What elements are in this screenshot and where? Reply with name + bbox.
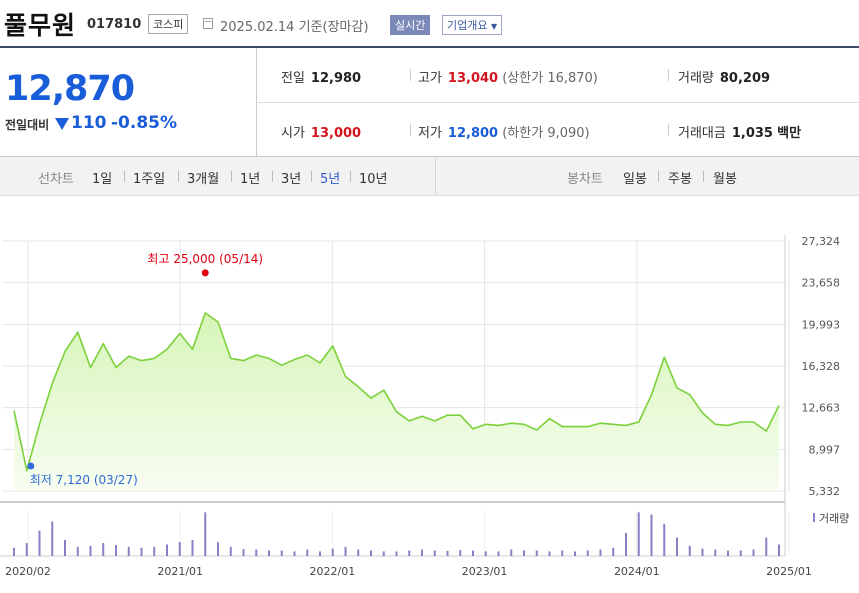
volume-bar <box>701 548 704 556</box>
volume-bar <box>408 550 411 556</box>
y-tick-label: 27,324 <box>802 235 841 248</box>
y-tick-label: 23,658 <box>802 277 841 290</box>
volume-bar <box>739 550 742 556</box>
min-label: 최저 7,120 (03/27) <box>30 473 138 487</box>
volume-bar <box>293 551 296 556</box>
volume-bar <box>64 539 66 556</box>
volume-bar <box>676 537 678 556</box>
max-label: 최고 25,000 (05/14) <box>147 252 263 266</box>
volume-bar <box>153 546 156 556</box>
volume-bar <box>306 549 309 556</box>
y-tick-label: 12,663 <box>802 402 841 415</box>
volume-bar <box>331 548 334 556</box>
volume-bar <box>535 550 538 556</box>
volume-bar <box>255 549 258 556</box>
x-tick-label: 2022/01 <box>310 565 356 578</box>
volume-bar <box>204 512 207 556</box>
volume-bar <box>191 539 194 556</box>
volume-bar <box>382 551 385 556</box>
volume-bar <box>25 543 28 556</box>
volume-bar <box>242 549 245 556</box>
volume-bar <box>319 551 321 556</box>
volume-bar <box>727 550 729 556</box>
volume-bar <box>268 550 270 556</box>
volume-bar <box>472 550 474 556</box>
volume-bar <box>357 549 360 556</box>
x-tick-label: 2023/01 <box>462 565 508 578</box>
volume-bar <box>688 545 691 556</box>
y-tick-label: 5,332 <box>809 485 841 498</box>
y-tick-label: 19,993 <box>802 318 841 331</box>
volume-bar <box>89 545 92 556</box>
volume-bar <box>612 547 615 556</box>
volume-bar <box>599 549 602 556</box>
volume-bar <box>433 550 436 556</box>
volume-bar <box>51 521 54 556</box>
volume-legend-swatch <box>813 513 815 522</box>
volume-bar <box>752 549 755 556</box>
volume-bar <box>395 551 398 556</box>
volume-bar <box>38 530 41 556</box>
volume-bar <box>523 550 525 556</box>
volume-bar <box>586 550 589 556</box>
volume-bar <box>115 544 117 556</box>
volume-bar <box>625 533 627 556</box>
max-marker <box>201 269 209 277</box>
volume-bar <box>497 551 500 556</box>
volume-bar <box>140 547 143 556</box>
volume-bar <box>714 549 717 556</box>
volume-bar <box>127 546 130 556</box>
volume-bar <box>484 551 487 556</box>
y-tick-label: 8,997 <box>809 443 841 456</box>
volume-bar <box>13 547 15 556</box>
x-tick-label: 2021/01 <box>157 565 203 578</box>
x-tick-label: 2020/02 <box>5 565 51 578</box>
price-chart: 27,324 23,658 19,993 16,328 12,663 8,997 5,332… <box>0 235 849 578</box>
volume-bar <box>166 544 168 556</box>
min-marker <box>27 462 35 470</box>
volume-bar <box>548 551 551 556</box>
volume-bar <box>561 550 564 556</box>
volume-bar <box>510 549 513 556</box>
volume-bar <box>637 512 640 556</box>
volume-bar <box>650 514 653 556</box>
volume-bar <box>280 550 283 556</box>
volume-bar <box>459 550 462 556</box>
volume-bar <box>663 523 666 556</box>
volume-bar <box>76 546 79 556</box>
volume-bar <box>574 551 576 556</box>
volume-bar <box>446 550 449 556</box>
price-area <box>14 312 779 491</box>
volume-bar <box>421 549 423 556</box>
y-tick-label: 16,328 <box>802 360 841 373</box>
volume-bar <box>229 546 232 556</box>
volume-legend-label: 거래량 <box>819 512 849 525</box>
volume-bar <box>102 543 105 556</box>
x-tick-label: 2025/01 <box>766 565 812 578</box>
x-tick-label: 2024/01 <box>614 565 660 578</box>
volume-bar <box>344 546 347 556</box>
volume-bar <box>217 542 219 556</box>
volume-bar <box>370 550 372 556</box>
volume-bar <box>778 544 780 556</box>
volume-bar <box>178 542 181 556</box>
volume-bar <box>765 537 768 556</box>
